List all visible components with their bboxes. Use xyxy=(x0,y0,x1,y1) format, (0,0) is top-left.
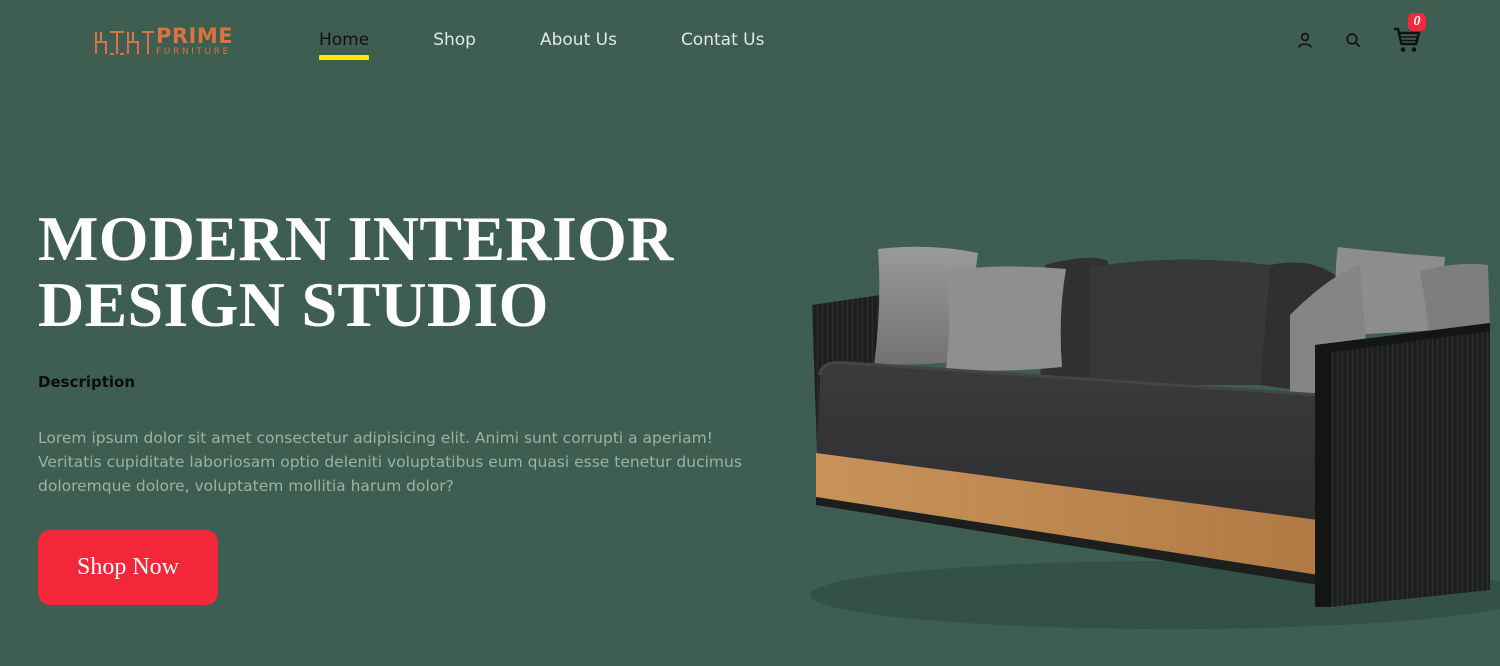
cart-button[interactable]: 0 xyxy=(1392,13,1426,58)
main-nav: Home Shop About Us Contat Us xyxy=(319,30,764,60)
user-icon xyxy=(1298,32,1312,48)
nav-about-us[interactable]: About Us xyxy=(540,30,617,60)
shop-now-button[interactable]: Shop Now xyxy=(38,530,218,605)
search-icon xyxy=(1346,33,1360,47)
search-button[interactable] xyxy=(1342,22,1364,58)
cart-count-badge: 0 xyxy=(1408,13,1426,31)
hero-title-line-2: DESIGN STUDIO xyxy=(38,269,549,340)
hero-title: MODERN INTERIOR DESIGN STUDIO xyxy=(38,206,758,338)
brand-logo[interactable]: PRIME FURNITURE xyxy=(94,24,233,58)
account-button[interactable] xyxy=(1294,22,1316,58)
furniture-logo-icon xyxy=(95,31,154,55)
hero-title-line-1: MODERN INTERIOR xyxy=(38,203,674,274)
brand-tagline: FURNITURE xyxy=(156,46,231,57)
hero-description: Lorem ipsum dolor sit amet consectetur a… xyxy=(38,429,742,495)
sofa-image xyxy=(810,246,1500,629)
brand-name: PRIME xyxy=(156,23,234,48)
header-actions: 0 xyxy=(1294,13,1426,58)
description-label: Description xyxy=(38,373,136,391)
nav-home[interactable]: Home xyxy=(319,30,370,60)
nav-contact-us[interactable]: Contat Us xyxy=(681,30,765,60)
nav-shop[interactable]: Shop xyxy=(433,30,476,60)
